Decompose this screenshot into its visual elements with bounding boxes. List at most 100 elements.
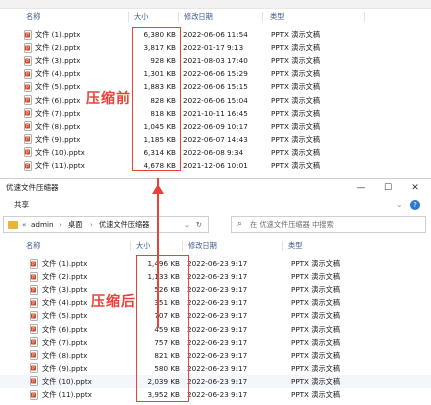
pptx-file-icon: P: [30, 310, 38, 321]
explorer-window: 优速文件压缩器 — ☐ ✕ 共享 ⌄ ? « admin › 桌面 › 优速文件…: [0, 178, 431, 405]
column-type[interactable]: 类型: [288, 239, 302, 253]
chevron-down-icon[interactable]: ⌄: [184, 217, 190, 232]
file-date: 2022-06-23 9:17: [187, 376, 248, 386]
file-date: 2022-06-23 9:17: [187, 324, 248, 334]
file-type: PPTX 演示文稿: [271, 161, 321, 170]
minimize-button[interactable]: —: [348, 179, 374, 197]
breadcrumb-current-folder[interactable]: 优速文件压缩器: [99, 217, 149, 232]
file-type: PPTX 演示文稿: [291, 363, 341, 373]
column-date[interactable]: 修改日期: [188, 239, 217, 253]
file-row[interactable]: P 文件 (2).pptx 3,817 KB 2022-01-17 9:13 PPTX …: [0, 41, 431, 54]
maximize-button[interactable]: ☐: [375, 179, 401, 197]
file-row[interactable]: P 文件 (11).pptx 3,952 KB 2022-06-23 9:17 PPTX…: [0, 388, 431, 401]
refresh-icon[interactable]: ↻: [196, 217, 202, 232]
after-column-header: 名称 大小 修改日期 类型: [0, 239, 431, 253]
file-type: PPTX 演示文稿: [291, 337, 341, 347]
path-overflow-icon[interactable]: «: [22, 217, 26, 232]
pptx-file-icon: P: [24, 147, 32, 158]
file-type: PPTX 演示文稿: [291, 350, 341, 360]
column-divider[interactable]: [130, 241, 131, 251]
file-row[interactable]: P 文件 (2).pptx 1,133 KB 2022-06-23 9:17 PPTX …: [0, 270, 431, 283]
file-row[interactable]: P 文件 (4).pptx 1,301 KB 2022-06-06 15:29 PPTX…: [0, 67, 431, 80]
file-row[interactable]: P 文件 (10).pptx 2,039 KB 2022-06-23 9:17 PPTX…: [0, 374, 431, 388]
column-date[interactable]: 修改日期: [184, 10, 213, 24]
column-divider[interactable]: [262, 12, 263, 22]
file-name: 文件 (4).pptx: [35, 69, 81, 79]
column-name[interactable]: 名称: [26, 10, 40, 24]
file-name: 文件 (7).pptx: [35, 108, 81, 118]
file-type: PPTX 演示文稿: [291, 298, 341, 308]
search-box[interactable]: ⌕ 在 优速文件压缩器 中搜索: [231, 216, 426, 233]
file-name: 文件 (7).pptx: [42, 337, 88, 347]
column-name[interactable]: 名称: [26, 239, 40, 253]
pptx-file-icon: P: [24, 121, 32, 132]
menu-share[interactable]: 共享: [14, 198, 29, 212]
title-bar: 优速文件压缩器 — ☐ ✕: [0, 179, 431, 197]
file-name: 文件 (6).pptx: [35, 95, 81, 105]
file-name: 文件 (3).pptx: [42, 285, 88, 295]
pptx-file-icon: P: [30, 376, 38, 387]
file-row[interactable]: P 文件 (3).pptx 526 KB 2022-06-23 9:17 PPTX 演示…: [0, 283, 431, 296]
file-row[interactable]: P 文件 (1).pptx 1,496 KB 2022-06-23 9:17 PPTX …: [0, 257, 431, 270]
file-row[interactable]: P 文件 (4).pptx 351 KB 2022-06-23 9:17 PPTX 演示…: [0, 296, 431, 309]
file-row[interactable]: P 文件 (9).pptx 1,185 KB 2022-06-07 14:43 PPTX…: [0, 133, 431, 146]
file-type: PPTX 演示文稿: [291, 376, 341, 386]
file-row[interactable]: P 文件 (8).pptx 821 KB 2022-06-23 9:17 PPTX 演示…: [0, 349, 431, 362]
file-name: 文件 (2).pptx: [42, 272, 88, 282]
breadcrumb-admin[interactable]: admin: [31, 217, 54, 232]
column-size[interactable]: 大小: [136, 239, 150, 253]
file-date: 2022-06-23 9:17: [187, 350, 248, 360]
file-name: 文件 (9).pptx: [35, 134, 81, 144]
column-divider[interactable]: [364, 12, 365, 22]
file-date: 2022-06-23 9:17: [187, 298, 248, 308]
file-name: 文件 (1).pptx: [42, 259, 88, 268]
file-type: PPTX 演示文稿: [291, 285, 341, 295]
file-name: 文件 (11).pptx: [35, 161, 85, 170]
file-row[interactable]: P 文件 (5).pptx 1,883 KB 2022-06-06 15:15 PPTX…: [0, 80, 431, 93]
column-divider[interactable]: [128, 12, 129, 22]
pptx-file-icon: P: [24, 95, 32, 105]
file-row[interactable]: P 文件 (8).pptx 1,045 KB 2022-06-09 10:17 PPTX…: [0, 120, 431, 133]
pptx-file-icon: P: [24, 42, 32, 53]
file-date: 2022-06-23 9:17: [187, 285, 248, 295]
column-divider[interactable]: [178, 12, 179, 22]
pptx-file-icon: P: [24, 134, 32, 145]
file-row[interactable]: P 文件 (5).pptx 707 KB 2022-06-23 9:17 PPTX 演示…: [0, 309, 431, 322]
file-row[interactable]: P 文件 (7).pptx 818 KB 2021-10-11 16:45 PPTX 演…: [0, 107, 431, 120]
help-icon[interactable]: ?: [410, 200, 420, 210]
pptx-file-icon: P: [30, 389, 38, 400]
file-row[interactable]: P 文件 (11).pptx 4,678 KB 2021-12-06 10:01 PPT…: [0, 159, 431, 172]
column-type[interactable]: 类型: [270, 10, 284, 24]
column-divider[interactable]: [282, 241, 283, 251]
file-type: PPTX 演示文稿: [271, 43, 321, 53]
file-row[interactable]: P 文件 (9).pptx 580 KB 2022-06-23 9:17 PPTX 演示…: [0, 362, 431, 375]
file-type: PPTX 演示文稿: [291, 259, 341, 268]
file-row[interactable]: P 文件 (10).pptx 6,314 KB 2022-06-08 9:34 PPTX…: [0, 146, 431, 159]
file-row[interactable]: P 文件 (6).pptx 828 KB 2022-06-06 15:04 PPTX 演…: [0, 94, 431, 107]
search-input[interactable]: 在 优速文件压缩器 中搜索: [250, 217, 334, 232]
arrow-down-icon: [152, 184, 164, 194]
file-row[interactable]: P 文件 (3).pptx 928 KB 2021-08-03 17:40 PPTX 演…: [0, 54, 431, 67]
file-type: PPTX 演示文稿: [291, 272, 341, 282]
ribbon-expand-icon[interactable]: ⌄: [396, 198, 403, 212]
file-date: 2022-06-23 9:17: [187, 259, 248, 268]
file-type: PPTX 演示文稿: [271, 82, 321, 92]
address-bar[interactable]: « admin › 桌面 › 优速文件压缩器 ⌄ ↻: [3, 216, 209, 233]
before-annotation: 压缩前: [86, 91, 131, 107]
file-row[interactable]: P 文件 (7).pptx 757 KB 2022-06-23 9:17 PPTX 演示…: [0, 336, 431, 349]
after-size-highlight: [136, 255, 189, 402]
file-date: 2022-01-17 9:13: [183, 43, 244, 53]
file-date: 2022-06-23 9:17: [187, 363, 248, 373]
breadcrumb-desktop[interactable]: 桌面: [68, 217, 82, 232]
file-row[interactable]: P 文件 (1).pptx 6,380 KB 2022-06-06 11:54 PPTX…: [0, 28, 431, 41]
close-button[interactable]: ✕: [402, 179, 428, 197]
column-size[interactable]: 大小: [134, 10, 148, 24]
file-date: 2022-06-06 15:04: [183, 95, 248, 105]
chevron-right-icon: ›: [90, 220, 93, 229]
file-name: 文件 (8).pptx: [35, 121, 81, 131]
file-name: 文件 (9).pptx: [42, 363, 88, 373]
file-date: 2021-08-03 17:40: [183, 56, 248, 66]
file-row[interactable]: P 文件 (6).pptx 459 KB 2022-06-23 9:17 PPTX 演示…: [0, 323, 431, 336]
column-divider[interactable]: [182, 241, 183, 251]
file-type: PPTX 演示文稿: [291, 311, 341, 321]
